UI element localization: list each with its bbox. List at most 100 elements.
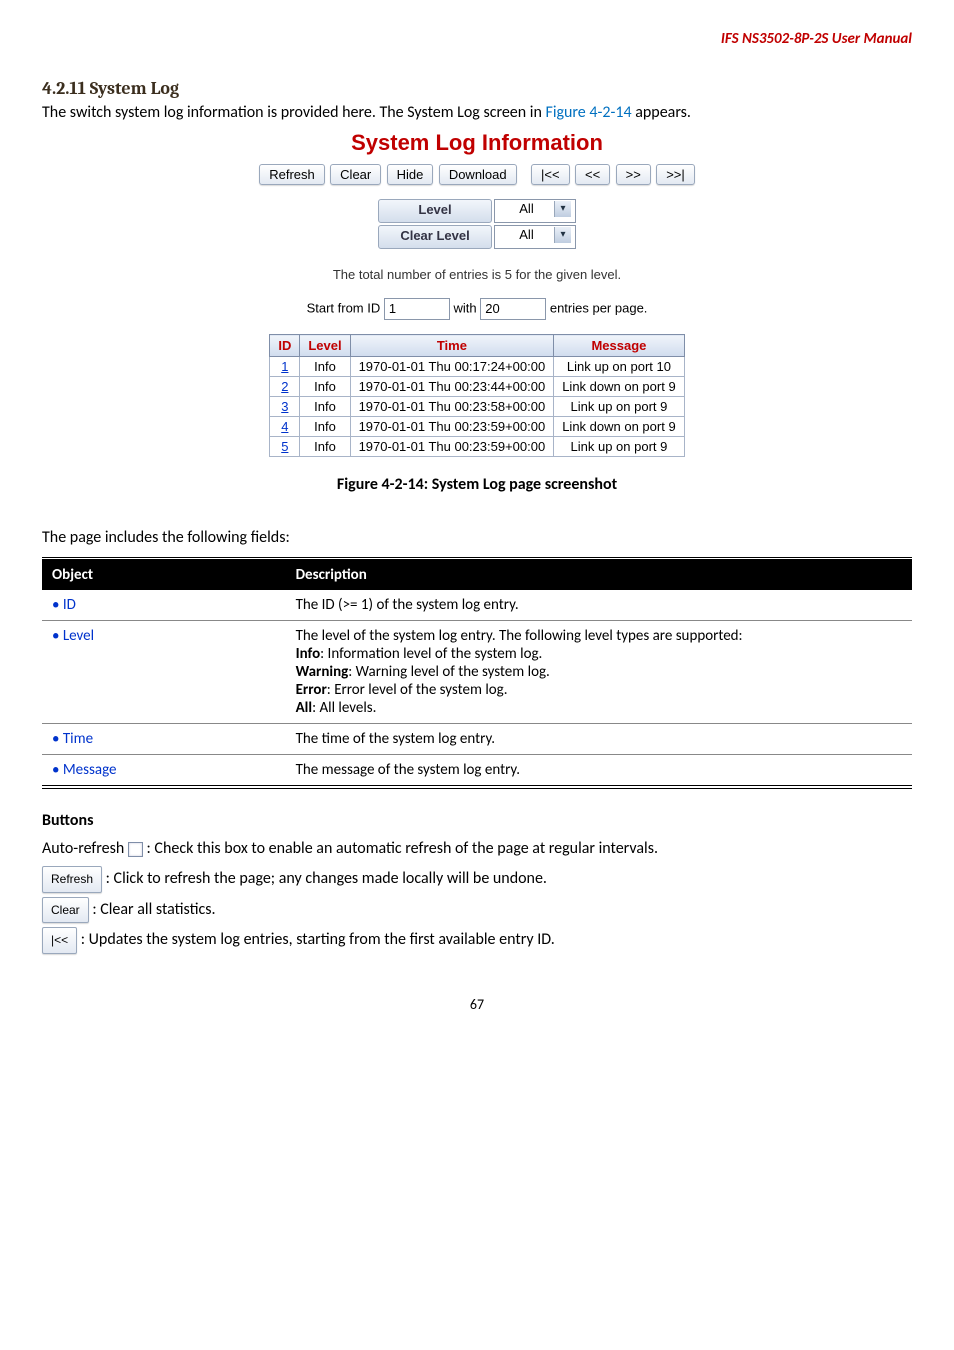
desc-level-error-b: Error: [296, 681, 327, 699]
log-table: ID Level Time Message 1 Info 1970-01-01 …: [269, 334, 684, 457]
desc-row: • ID The ID (>= 1) of the system log ent…: [42, 590, 912, 621]
description-table: Object Description • ID The ID (>= 1) of…: [42, 557, 912, 789]
clear-button[interactable]: Clear: [330, 164, 381, 185]
start-from-label-b: with: [453, 300, 480, 315]
desc-level-all-b: All: [296, 699, 312, 717]
log-level-cell: Info: [300, 377, 350, 397]
log-col-message: Message: [554, 335, 684, 357]
section-heading: 4.2.11 System Log: [42, 78, 912, 99]
desc-level-intro: The level of the system log entry. The f…: [296, 627, 743, 645]
hide-button[interactable]: Hide: [387, 164, 434, 185]
clear-desc: : Clear all statistics.: [92, 900, 215, 919]
entries-per-page-input[interactable]: 20: [480, 298, 546, 320]
refresh-button[interactable]: Refresh: [259, 164, 325, 185]
log-message-cell: Link down on port 9: [554, 417, 684, 437]
last-page-button[interactable]: >>|: [656, 164, 695, 185]
auto-refresh-checkbox[interactable]: [128, 842, 143, 857]
next-page-button[interactable]: >>: [616, 164, 651, 185]
entries-count-note: The total number of entries is 5 for the…: [258, 267, 696, 282]
log-col-level: Level: [300, 335, 350, 357]
desc-col-description: Description: [286, 559, 912, 590]
first-button-inline[interactable]: |<<: [42, 927, 77, 954]
log-message-cell: Link up on port 9: [554, 397, 684, 417]
desc-col-object: Object: [42, 559, 286, 590]
log-row: 2 Info 1970-01-01 Thu 00:23:44+00:00 Lin…: [270, 377, 684, 397]
desc-row: • Time The time of the system log entry.: [42, 724, 912, 755]
log-id-link[interactable]: 1: [270, 357, 300, 377]
log-row: 4 Info 1970-01-01 Thu 00:23:59+00:00 Lin…: [270, 417, 684, 437]
log-time-cell: 1970-01-01 Thu 00:23:58+00:00: [350, 397, 554, 417]
fields-intro: The page includes the following fields:: [42, 528, 912, 547]
desc-object-message: • Message: [42, 755, 286, 788]
desc-row: • Message The message of the system log …: [42, 755, 912, 788]
clear-level-select-value: All: [519, 227, 533, 242]
system-log-figure: System Log Information Refresh Clear Hid…: [256, 128, 698, 465]
header-product-name: IFS NS3502-8P-2S User Manual: [42, 30, 912, 48]
log-time-cell: 1970-01-01 Thu 00:23:59+00:00: [350, 417, 554, 437]
log-time-cell: 1970-01-01 Thu 00:23:44+00:00: [350, 377, 554, 397]
log-message-cell: Link up on port 10: [554, 357, 684, 377]
start-id-input[interactable]: 1: [384, 298, 450, 320]
figure-caption-label: Figure 4-2-14:: [337, 475, 428, 494]
autorefresh-text-a: Auto-refresh: [42, 839, 128, 858]
clear-level-select[interactable]: All ▾: [494, 225, 576, 249]
start-from-label-c: entries per page.: [550, 300, 648, 315]
chevron-down-icon: ▾: [554, 201, 571, 217]
log-id-link[interactable]: 4: [270, 417, 300, 437]
download-button[interactable]: Download: [439, 164, 517, 185]
first-desc: : Updates the system log entries, starti…: [81, 930, 555, 949]
log-row: 1 Info 1970-01-01 Thu 00:17:24+00:00 Lin…: [270, 357, 684, 377]
desc-object-time: • Time: [42, 724, 286, 755]
desc-text-message: The message of the system log entry.: [286, 755, 912, 788]
log-col-id: ID: [270, 335, 300, 357]
log-time-cell: 1970-01-01 Thu 00:23:59+00:00: [350, 437, 554, 457]
desc-level-warn-t: : Warning level of the system log.: [348, 663, 550, 681]
clear-button-inline[interactable]: Clear: [42, 897, 89, 924]
intro-paragraph: The switch system log information is pro…: [42, 103, 912, 122]
figure-caption: Figure 4-2-14: System Log page screensho…: [42, 475, 912, 494]
first-page-button[interactable]: |<<: [531, 164, 570, 185]
log-level-cell: Info: [300, 417, 350, 437]
figure-title: System Log Information: [258, 130, 696, 156]
buttons-text-block: Auto-refresh : Check this box to enable …: [42, 834, 912, 956]
intro-text-b: appears.: [632, 103, 691, 122]
log-id-link[interactable]: 2: [270, 377, 300, 397]
log-id-link[interactable]: 5: [270, 437, 300, 457]
desc-text-id: The ID (>= 1) of the system log entry.: [286, 590, 912, 621]
desc-level-info-t: : Information level of the system log.: [320, 645, 542, 663]
log-row: 5 Info 1970-01-01 Thu 00:23:59+00:00 Lin…: [270, 437, 684, 457]
desc-level-info-b: Info: [296, 645, 321, 663]
desc-level-warn-b: Warning: [296, 663, 349, 681]
desc-level-all-t: : All levels.: [312, 699, 376, 717]
intro-text-a: The switch system log information is pro…: [42, 103, 545, 122]
log-level-cell: Info: [300, 357, 350, 377]
log-level-cell: Info: [300, 397, 350, 417]
log-row: 3 Info 1970-01-01 Thu 00:23:58+00:00 Lin…: [270, 397, 684, 417]
desc-object-id: • ID: [42, 590, 286, 621]
refresh-button-inline[interactable]: Refresh: [42, 866, 102, 893]
level-select[interactable]: All ▾: [494, 199, 576, 223]
prev-page-button[interactable]: <<: [575, 164, 610, 185]
figure-caption-text: System Log page screenshot: [428, 475, 617, 494]
figure-toolbar: Refresh Clear Hide Download |<< << >> >>…: [258, 164, 696, 185]
desc-object-level: • Level: [42, 621, 286, 724]
level-select-value: All: [519, 201, 533, 216]
log-time-cell: 1970-01-01 Thu 00:17:24+00:00: [350, 357, 554, 377]
start-row-controls: Start from ID 1 with 20 entries per page…: [258, 298, 696, 320]
intro-figure-ref: Figure 4-2-14: [545, 103, 631, 122]
clear-level-button[interactable]: Clear Level: [378, 225, 492, 249]
autorefresh-text-b: : Check this box to enable an automatic …: [147, 839, 659, 858]
log-id-link[interactable]: 3: [270, 397, 300, 417]
desc-text-level: The level of the system log entry. The f…: [286, 621, 912, 724]
log-message-cell: Link up on port 9: [554, 437, 684, 457]
refresh-desc: : Click to refresh the page; any changes…: [106, 869, 547, 888]
page-number: 67: [42, 996, 912, 1013]
desc-text-time: The time of the system log entry.: [286, 724, 912, 755]
log-message-cell: Link down on port 9: [554, 377, 684, 397]
desc-level-error-t: : Error level of the system log.: [327, 681, 508, 699]
log-level-cell: Info: [300, 437, 350, 457]
chevron-down-icon: ▾: [554, 227, 571, 243]
level-button[interactable]: Level: [378, 199, 492, 223]
desc-row: • Level The level of the system log entr…: [42, 621, 912, 724]
buttons-heading: Buttons: [42, 811, 912, 830]
